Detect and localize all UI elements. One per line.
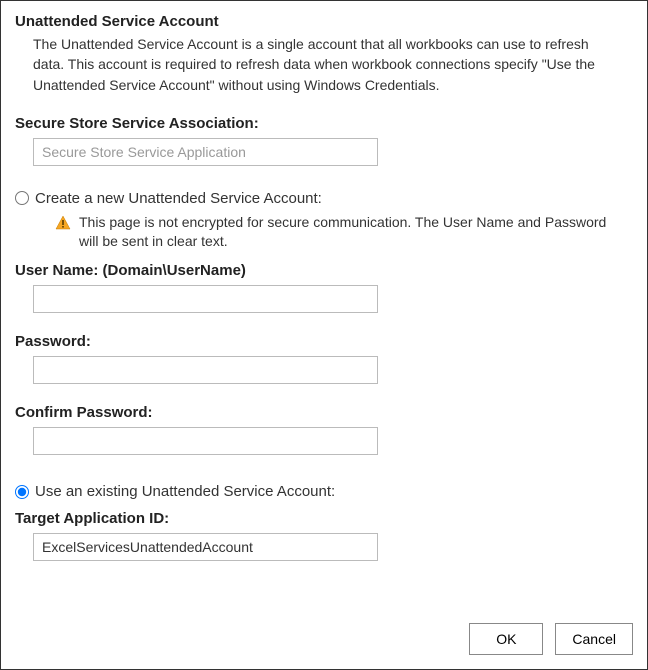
warning-row: This page is not encrypted for secure co… — [55, 213, 613, 252]
warning-icon — [55, 215, 71, 231]
secure-store-input — [33, 138, 378, 166]
ok-button[interactable]: OK — [469, 623, 543, 655]
button-row: OK Cancel — [469, 623, 633, 655]
username-label: User Name: (Domain\UserName) — [15, 262, 633, 279]
create-new-option-row: Create a new Unattended Service Account: — [15, 190, 633, 207]
confirm-password-input[interactable] — [33, 427, 378, 455]
section-description: The Unattended Service Account is a sing… — [33, 34, 623, 95]
username-input[interactable] — [33, 285, 378, 313]
existing-option-row: Use an existing Unattended Service Accou… — [15, 483, 633, 500]
secure-store-label: Secure Store Service Association: — [15, 115, 633, 132]
unattended-service-dialog: Unattended Service Account The Unattende… — [0, 0, 648, 670]
password-input[interactable] — [33, 356, 378, 384]
section-title: Unattended Service Account — [15, 13, 633, 30]
existing-label: Use an existing Unattended Service Accou… — [35, 483, 335, 500]
password-label: Password: — [15, 333, 633, 350]
existing-radio[interactable] — [15, 485, 29, 499]
confirm-password-label: Confirm Password: — [15, 404, 633, 421]
cancel-button[interactable]: Cancel — [555, 623, 633, 655]
target-app-id-label: Target Application ID: — [15, 510, 633, 527]
create-new-radio[interactable] — [15, 191, 29, 205]
target-app-id-input[interactable] — [33, 533, 378, 561]
warning-text: This page is not encrypted for secure co… — [79, 213, 613, 252]
create-new-label: Create a new Unattended Service Account: — [35, 190, 322, 207]
